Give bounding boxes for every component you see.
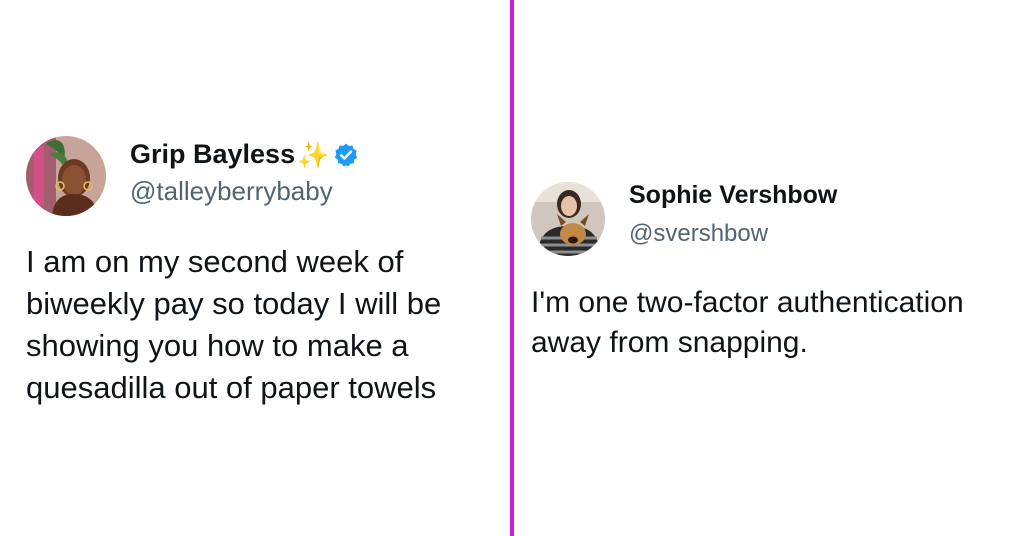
avatar[interactable]: [26, 136, 106, 216]
name-row: Grip Bayless ✨: [130, 139, 359, 170]
user-names: Sophie Vershbow @svershbow: [629, 181, 837, 248]
tweet-text: I am on my second week of biweekly pay s…: [26, 244, 442, 405]
user-handle[interactable]: @talleyberrybaby: [130, 176, 359, 207]
tweet-text: I'm one two-factor authentication away f…: [531, 286, 964, 359]
verified-badge-icon: [333, 142, 359, 168]
tweet-card-left: Grip Bayless ✨ @talleyberrybaby I am on …: [26, 136, 496, 409]
name-row: Sophie Vershbow: [629, 181, 837, 210]
display-name[interactable]: Grip Bayless: [130, 139, 295, 170]
display-name[interactable]: Sophie Vershbow: [629, 181, 837, 210]
tweet-card-right: Sophie Vershbow @svershbow I'm one two-f…: [531, 181, 1011, 363]
user-handle[interactable]: @svershbow: [629, 220, 837, 248]
tweet-header: Grip Bayless ✨ @talleyberrybaby: [26, 136, 496, 216]
avatar[interactable]: [531, 182, 605, 256]
sparkles-icon: ✨: [297, 139, 330, 170]
tweet-header: Sophie Vershbow @svershbow: [531, 181, 1011, 256]
avatar-photo: [26, 136, 106, 216]
user-names: Grip Bayless ✨ @talleyberrybaby: [130, 139, 359, 207]
avatar-photo: [531, 182, 605, 256]
center-divider: [510, 0, 514, 536]
